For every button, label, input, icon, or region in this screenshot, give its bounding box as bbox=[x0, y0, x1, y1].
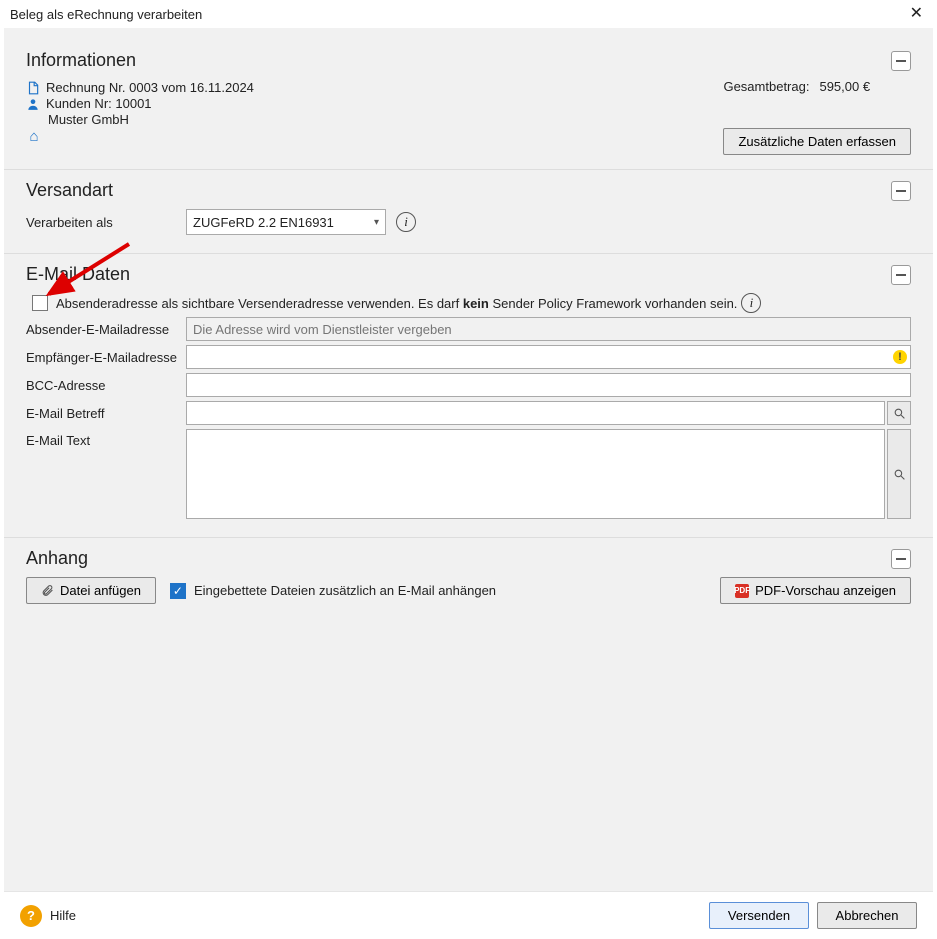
document-icon bbox=[26, 81, 40, 95]
collapse-button-informationen[interactable] bbox=[891, 51, 911, 71]
help-link[interactable]: ? Hilfe bbox=[20, 905, 76, 927]
paperclip-icon bbox=[41, 584, 54, 597]
bcc-label: BCC-Adresse bbox=[26, 378, 186, 393]
section-anhang: Anhang Datei anfügen Eingebettete Dateie… bbox=[4, 537, 933, 618]
sender-email-label: Absender-E-Mailadresse bbox=[26, 322, 186, 337]
sender-visible-checkbox[interactable] bbox=[32, 295, 48, 311]
info-icon[interactable]: i bbox=[396, 212, 416, 232]
dialog-content: Informationen Rechnung Nr. 0003 vom 16.1… bbox=[4, 28, 933, 891]
total-label: Gesamtbetrag: bbox=[723, 79, 809, 94]
sender-email-input bbox=[186, 317, 911, 341]
subject-input[interactable] bbox=[186, 401, 885, 425]
section-informationen: Informationen Rechnung Nr. 0003 vom 16.1… bbox=[4, 38, 933, 169]
body-label: E-Mail Text bbox=[26, 429, 186, 519]
body-textarea[interactable] bbox=[186, 429, 885, 519]
subject-label: E-Mail Betreff bbox=[26, 406, 186, 421]
process-as-label: Verarbeiten als bbox=[26, 215, 186, 230]
person-icon bbox=[26, 97, 40, 111]
customer-name: Muster GmbH bbox=[48, 112, 129, 127]
format-select[interactable]: ZUGFeRD 2.2 EN16931 ▾ bbox=[186, 209, 386, 235]
format-select-value: ZUGFeRD 2.2 EN16931 bbox=[193, 215, 334, 230]
total-value: 595,00 € bbox=[819, 79, 870, 94]
magnifier-icon bbox=[893, 407, 906, 420]
magnifier-icon bbox=[893, 468, 906, 481]
attach-file-button[interactable]: Datei anfügen bbox=[26, 577, 156, 604]
recipient-email-label: Empfänger-E-Mailadresse bbox=[26, 350, 186, 365]
embed-files-label: Eingebettete Dateien zusätzlich an E-Mai… bbox=[194, 583, 496, 598]
customer-number: Kunden Nr: 10001 bbox=[46, 96, 152, 111]
bcc-input[interactable] bbox=[186, 373, 911, 397]
body-lookup-button[interactable] bbox=[887, 429, 911, 519]
section-title-informationen: Informationen bbox=[26, 50, 136, 71]
send-button[interactable]: Versenden bbox=[709, 902, 809, 929]
collapse-button-versandart[interactable] bbox=[891, 181, 911, 201]
collapse-button-email[interactable] bbox=[891, 265, 911, 285]
recipient-email-input[interactable] bbox=[186, 345, 911, 369]
embed-files-checkbox[interactable] bbox=[170, 583, 186, 599]
cancel-button[interactable]: Abbrechen bbox=[817, 902, 917, 929]
window-title: Beleg als eRechnung verarbeiten bbox=[10, 7, 202, 22]
warning-icon: ! bbox=[893, 350, 907, 364]
house-icon bbox=[26, 128, 42, 145]
section-title-email: E-Mail Daten bbox=[26, 264, 130, 285]
dialog-footer: ? Hilfe Versenden Abbrechen bbox=[4, 891, 933, 939]
section-title-versandart: Versandart bbox=[26, 180, 113, 201]
invoice-line: Rechnung Nr. 0003 vom 16.11.2024 bbox=[46, 80, 254, 95]
chevron-down-icon: ▾ bbox=[374, 217, 379, 228]
sender-visible-label: Absenderadresse als sichtbare Versendera… bbox=[56, 296, 737, 311]
section-title-anhang: Anhang bbox=[26, 548, 88, 569]
pdf-preview-button[interactable]: PDF PDF-Vorschau anzeigen bbox=[720, 577, 911, 604]
additional-data-button[interactable]: Zusätzliche Daten erfassen bbox=[723, 128, 911, 155]
subject-lookup-button[interactable] bbox=[887, 401, 911, 425]
title-bar: Beleg als eRechnung verarbeiten ✕ bbox=[0, 0, 937, 28]
section-versandart: Versandart Verarbeiten als ZUGFeRD 2.2 E… bbox=[4, 169, 933, 253]
close-icon[interactable]: ✕ bbox=[906, 6, 927, 22]
section-email-daten: E-Mail Daten Absenderadresse als sichtba… bbox=[4, 253, 933, 537]
pdf-icon: PDF bbox=[735, 584, 749, 598]
help-icon: ? bbox=[20, 905, 42, 927]
info-icon[interactable]: i bbox=[741, 293, 761, 313]
collapse-button-anhang[interactable] bbox=[891, 549, 911, 569]
